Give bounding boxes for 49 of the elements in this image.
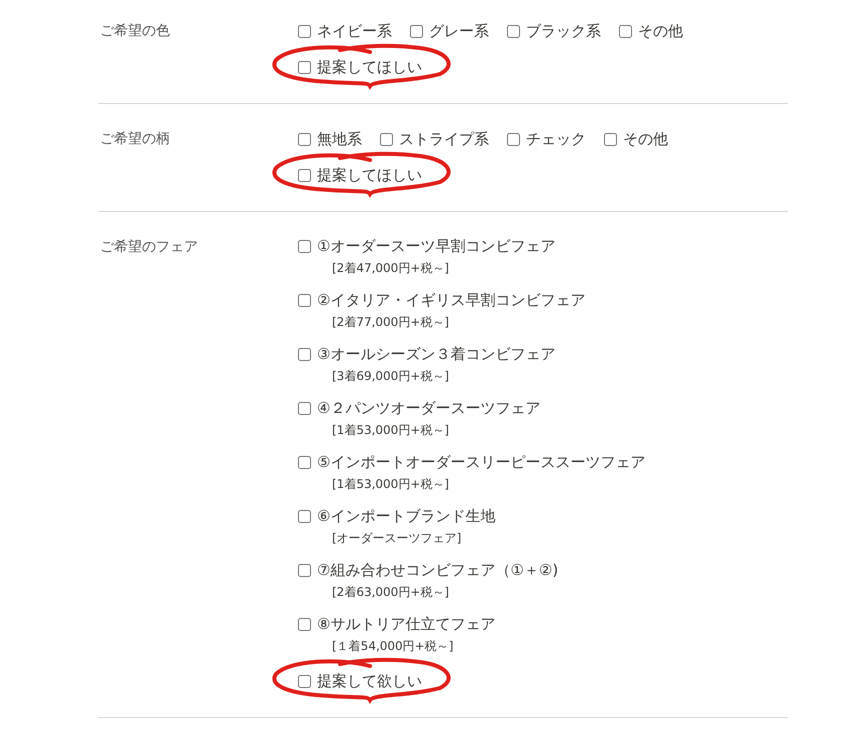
price-note: [2着63,000円+税～] xyxy=(331,584,450,601)
checkbox[interactable] xyxy=(298,618,311,630)
checkbox[interactable] xyxy=(619,24,632,38)
checkbox[interactable] xyxy=(298,294,311,306)
checkbox[interactable] xyxy=(380,132,393,146)
price-note: [3着69,000円+税～] xyxy=(331,368,450,385)
option-label[interactable]: ③オールシーズン３着コンビフェア xyxy=(317,344,556,364)
checkbox[interactable] xyxy=(298,168,311,182)
checkbox[interactable] xyxy=(298,132,311,146)
option-label[interactable]: ブラック系 xyxy=(526,22,601,40)
field-label: ご希望の柄 xyxy=(99,130,171,149)
checkbox[interactable] xyxy=(298,24,311,38)
checkbox[interactable] xyxy=(298,674,311,688)
checkbox[interactable] xyxy=(298,564,311,576)
option-label[interactable]: その他 xyxy=(623,130,668,148)
option-label[interactable]: ストライプ系 xyxy=(399,130,489,148)
option-label[interactable]: グレー系 xyxy=(429,22,489,40)
checkbox[interactable] xyxy=(507,132,520,146)
price-note: [1着53,000円+税～] xyxy=(331,422,450,439)
option-label[interactable]: ネイビー系 xyxy=(317,22,392,40)
price-note: [1着53,000円+税～] xyxy=(331,476,450,493)
option-label[interactable]: ⑦組み合わせコンビフェア（①＋②) xyxy=(317,560,558,580)
option-label[interactable]: ④２パンツオーダースーツフェア xyxy=(317,398,540,418)
option-label[interactable]: ①オーダースーツ早割コンビフェア xyxy=(317,236,556,256)
option-label[interactable]: 無地系 xyxy=(317,130,362,148)
option-label[interactable]: 提案して欲しい xyxy=(317,672,422,690)
price-note: [オーダースーツフェア] xyxy=(331,530,462,547)
price-note: [2着77,000円+税～] xyxy=(331,314,450,331)
option-label[interactable]: チェック xyxy=(526,130,586,148)
price-note: [2着47,000円+税～] xyxy=(331,260,450,277)
field-label: ご希望のフェア xyxy=(99,238,199,257)
checkbox[interactable] xyxy=(507,24,520,38)
option-label[interactable]: ⑧サルトリア仕立てフェア xyxy=(317,614,496,634)
option-label[interactable]: ⑥インポートブランド生地 xyxy=(317,506,496,526)
option-label[interactable]: ②イタリア・イギリス早割コンビフェア xyxy=(317,290,586,310)
option-label[interactable]: 提案してほしい xyxy=(317,166,422,184)
checkbox[interactable] xyxy=(410,24,423,38)
checkbox[interactable] xyxy=(298,60,311,74)
field-label: ご希望の色 xyxy=(99,22,171,41)
checkbox[interactable] xyxy=(604,132,617,146)
option-label[interactable]: 提案してほしい xyxy=(317,58,422,76)
checkbox[interactable] xyxy=(298,348,311,360)
price-note: [１着54,000円+税～] xyxy=(331,638,454,655)
checkbox[interactable] xyxy=(298,456,311,468)
checkbox[interactable] xyxy=(298,240,311,252)
option-label[interactable]: ⑤インポートオーダースリーピーススーツフェア xyxy=(317,452,646,472)
option-label[interactable]: その他 xyxy=(638,22,683,40)
checkbox[interactable] xyxy=(298,510,311,522)
checkbox[interactable] xyxy=(298,402,311,414)
